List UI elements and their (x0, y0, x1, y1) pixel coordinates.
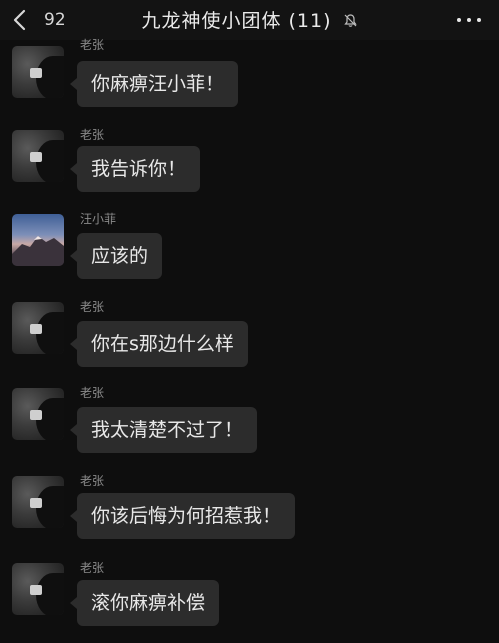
sender-name: 汪小菲 (80, 212, 117, 226)
message-bubble[interactable]: 你该后悔为何招惹我！ (69, 493, 296, 539)
message-list[interactable]: 老张 你麻痹汪小菲！ 老张 我告诉你！ 汪小菲 应该的 老张 你在s那边什么样 … (0, 38, 499, 643)
message-bubble[interactable]: 我太清楚不过了！ (69, 407, 258, 453)
mountain-photo (12, 236, 64, 266)
message-bubble[interactable]: 滚你麻痹补偿 (69, 580, 220, 626)
avatar[interactable] (12, 563, 64, 615)
avatar[interactable] (12, 130, 64, 182)
chat-title: 九龙神使小团体 (11) (141, 10, 332, 32)
avatar[interactable] (12, 46, 64, 98)
message-bubble[interactable]: 应该的 (69, 233, 163, 279)
sender-name: 老张 (80, 300, 105, 314)
sender-name: 老张 (80, 128, 105, 142)
avatar[interactable] (12, 476, 64, 528)
sender-name: 老张 (80, 561, 105, 575)
sender-name: 老张 (80, 474, 105, 488)
avatar[interactable] (12, 302, 64, 354)
chat-title-wrap: 九龙神使小团体 (11) (0, 6, 499, 33)
chat-header: 92 九龙神使小团体 (11) (0, 0, 499, 40)
message-bubble[interactable]: 你麻痹汪小菲！ (69, 61, 239, 107)
sender-name: 老张 (80, 386, 105, 400)
avatar[interactable] (12, 214, 64, 266)
message-bubble[interactable]: 我告诉你！ (69, 146, 201, 192)
sender-name: 老张 (80, 38, 105, 52)
message-bubble[interactable]: 你在s那边什么样 (70, 321, 248, 367)
bell-muted-icon (343, 11, 358, 33)
more-dots-icon[interactable] (457, 12, 481, 28)
avatar[interactable] (12, 388, 64, 440)
